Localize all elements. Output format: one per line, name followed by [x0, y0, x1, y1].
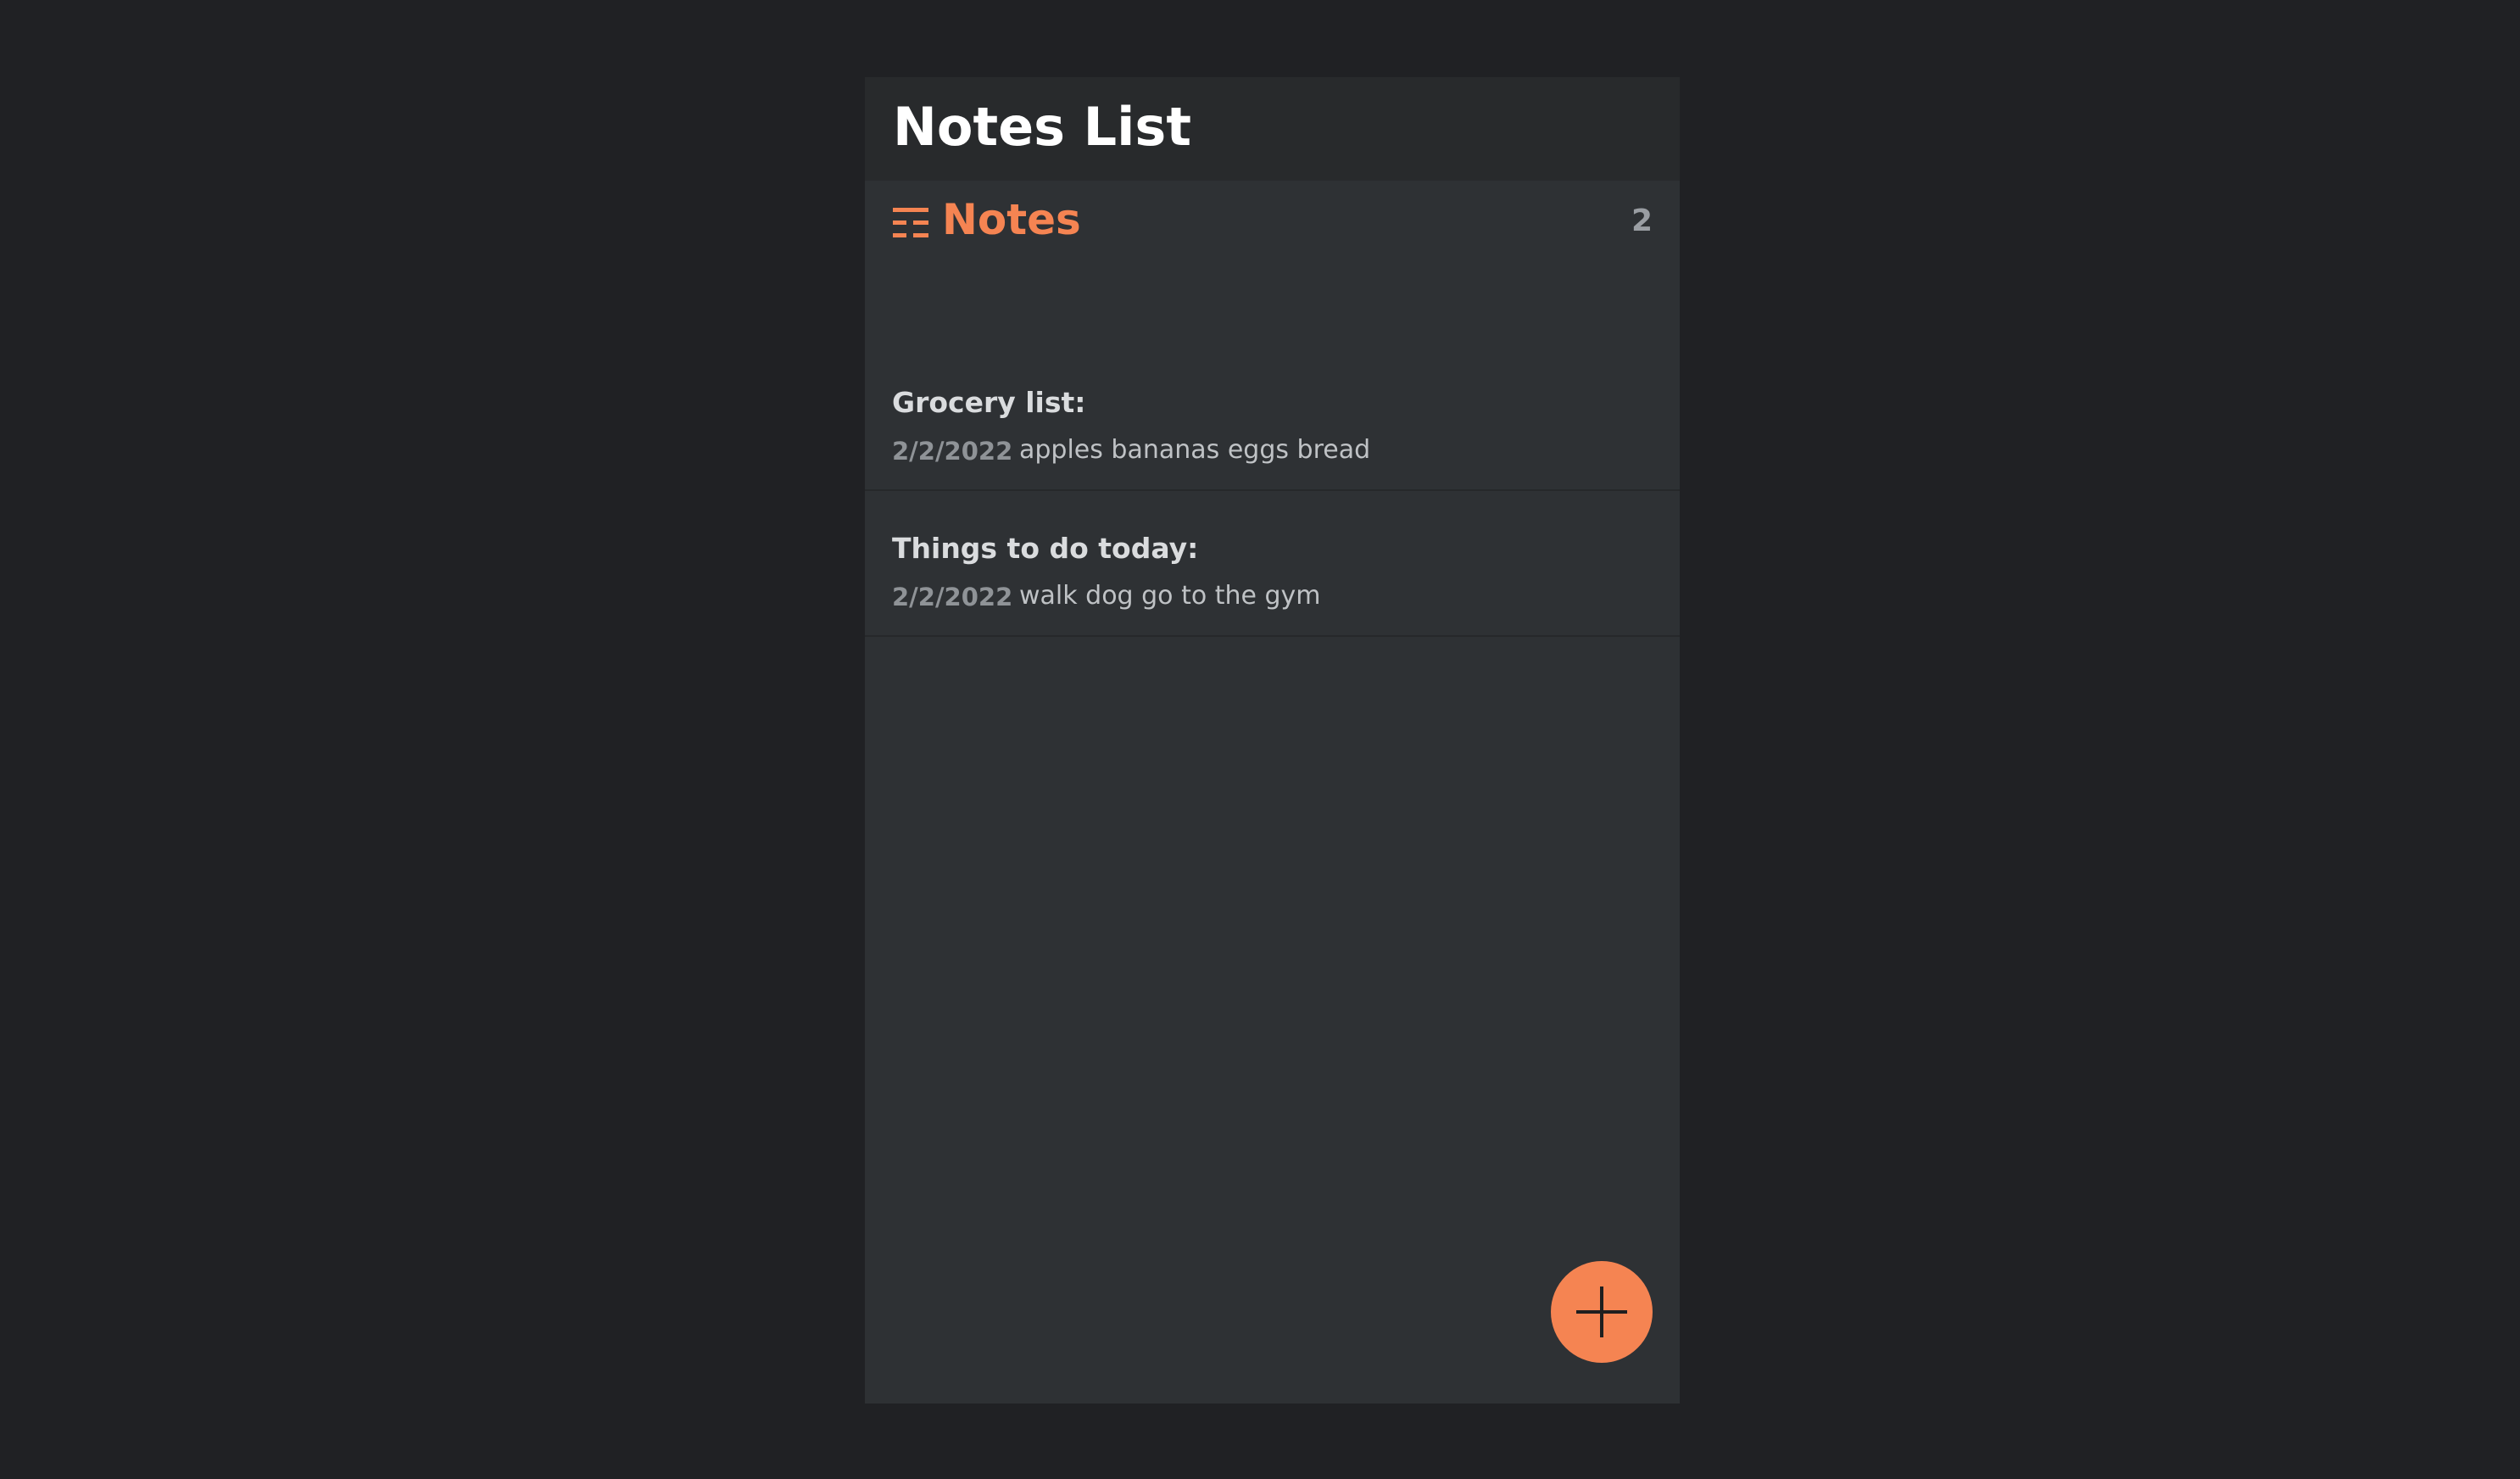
notes-section-header: Notes 2 — [893, 181, 1653, 264]
list-icon — [893, 206, 928, 240]
note-date: 2/2/2022 — [892, 437, 1013, 466]
top-app-bar: Notes List — [865, 77, 1680, 181]
note-list-item[interactable]: Things to do today: 2/2/2022 walk dog go… — [865, 491, 1680, 637]
add-note-button[interactable] — [1551, 1261, 1653, 1363]
section-title: Notes — [942, 195, 1081, 244]
note-preview: apples bananas eggs bread — [1019, 435, 1371, 465]
note-list-item[interactable]: Grocery list: 2/2/2022 apples bananas eg… — [865, 345, 1680, 491]
note-count-badge: 2 — [1631, 204, 1653, 238]
page-title: Notes List — [893, 96, 1191, 158]
notes-app: Notes List Notes 2 Grocery list: 2/2/202… — [865, 77, 1680, 1404]
note-list: Grocery list: 2/2/2022 apples bananas eg… — [865, 345, 1680, 637]
note-title: Things to do today: — [892, 532, 1199, 565]
note-preview: walk dog go to the gym — [1019, 581, 1321, 611]
plus-icon — [1576, 1286, 1627, 1337]
note-date: 2/2/2022 — [892, 583, 1013, 611]
note-title: Grocery list: — [892, 386, 1086, 419]
